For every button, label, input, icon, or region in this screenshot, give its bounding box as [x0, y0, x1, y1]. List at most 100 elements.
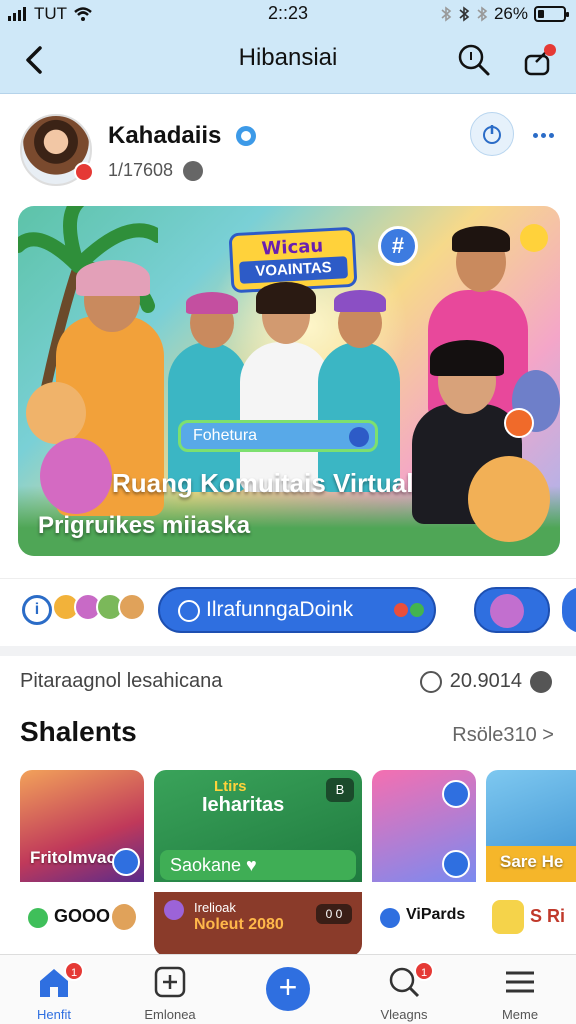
- content-card[interactable]: Sare He S Ri: [486, 770, 576, 956]
- cat-character: [468, 456, 550, 542]
- content-card[interactable]: Fritolmvac GOOO: [20, 770, 144, 956]
- logo-bottom-text: VOAINTAS: [239, 256, 349, 284]
- search-button[interactable]: [454, 40, 494, 80]
- banner-pill-text: Fohetura: [193, 427, 258, 444]
- join-button[interactable]: IlrafunngaDoink: [158, 587, 436, 633]
- check-icon: [28, 908, 48, 928]
- banner-subtitle: Prigruikes miiaska: [38, 512, 251, 539]
- orb-icon: [164, 900, 184, 920]
- verified-icon: [236, 126, 256, 146]
- post-date: 1/17608: [108, 160, 174, 180]
- dot-icon: [548, 132, 554, 138]
- nav-messages[interactable]: 1 Vleagns: [356, 961, 452, 1023]
- card-label: Sare He: [500, 852, 564, 871]
- chat-icon: [178, 600, 200, 622]
- dot-icon: [532, 132, 538, 138]
- stats-text: Pitaraagnol lesahicana: [20, 670, 223, 692]
- nav-menu[interactable]: Meme: [472, 961, 568, 1023]
- battery-fill: [538, 10, 545, 18]
- verified-icon: [380, 908, 400, 928]
- card-lower-badge: 0 0: [316, 904, 352, 924]
- reaction-avatars[interactable]: [52, 593, 146, 621]
- chat-bubble-icon: [504, 408, 534, 438]
- dot-icon: [540, 132, 546, 138]
- status-bar: TUT 2::23 26%: [0, 0, 576, 28]
- more-options-button[interactable]: [526, 118, 560, 152]
- character-face: [490, 594, 524, 628]
- post-banner-image[interactable]: Wicau VOAINTAS # Fohetura Ruang Komuitai…: [18, 206, 560, 556]
- section-title: Shalents: [20, 716, 137, 747]
- play-icon: [112, 848, 140, 876]
- card-label: Fritolmvac: [30, 848, 116, 867]
- battery-icon: [534, 6, 569, 22]
- search-icon: [458, 44, 490, 76]
- join-button-label: IlrafunngaDoink: [206, 598, 354, 621]
- post-meta: 1/17608: [108, 160, 204, 181]
- card-lower-top: Irelioak: [194, 900, 236, 915]
- nav-home[interactable]: 1 Henfit: [6, 961, 102, 1023]
- share-button[interactable]: [520, 40, 560, 80]
- share-icon: [442, 850, 470, 878]
- card-lower-text: ViPards: [406, 906, 466, 923]
- card-lower-text: S Ri: [530, 906, 566, 926]
- dot-icon: [410, 603, 424, 617]
- next-button[interactable]: [562, 587, 576, 633]
- menu-icon: [506, 971, 534, 993]
- bluetooth-icon: [441, 6, 452, 22]
- battery-percent: 26%: [493, 4, 528, 23]
- sun-icon: [492, 900, 524, 934]
- live-badge: [74, 162, 94, 182]
- top-bar: TUT 2::23 26% Hibansiai: [0, 0, 576, 94]
- character-button[interactable]: [474, 587, 550, 633]
- nav-label: Vleagns: [380, 1007, 428, 1022]
- card-lower: Irelioak Noleut 2080 0 0: [154, 892, 362, 956]
- card-lower: S Ri: [486, 890, 576, 950]
- creature-character: [40, 438, 112, 514]
- card-badge: B: [326, 778, 354, 802]
- see-all-link[interactable]: Rsöle310 >: [452, 724, 554, 747]
- card-lower-text: Noleut 2080: [194, 916, 284, 933]
- bear-icon: [112, 904, 136, 930]
- power-icon: [483, 125, 501, 144]
- author-name[interactable]: Kahadaiis: [108, 122, 221, 150]
- card-lower-text: GOOO: [54, 906, 111, 926]
- nav-explore[interactable]: Emlonea: [122, 961, 218, 1023]
- info-icon[interactable]: i: [22, 595, 52, 625]
- bluetooth-icon: [459, 6, 470, 22]
- action-row: i IlrafunngaDoink: [0, 578, 576, 638]
- globe-icon: [183, 160, 204, 181]
- content-card[interactable]: Ltirs Ieharitas B Saokane ♥ Irelioak Nol…: [154, 770, 362, 956]
- cat-character: [26, 382, 86, 444]
- power-button[interactable]: [470, 112, 514, 156]
- share-icon: [524, 44, 556, 76]
- globe-icon: [530, 670, 552, 693]
- card-top-text: Ltirs: [214, 778, 247, 795]
- hair: [256, 282, 316, 314]
- hair: [430, 340, 504, 376]
- status-right: 26%: [440, 4, 569, 24]
- card-lower: GOOO: [20, 890, 144, 950]
- color-dots: [394, 603, 424, 617]
- stats-count[interactable]: 20.9014: [419, 670, 552, 693]
- bottom-nav: 1 Henfit Emlonea + 1 Vleagns Meme: [0, 954, 576, 1024]
- add-square-icon: [154, 966, 186, 998]
- content-card[interactable]: ViPards: [372, 770, 476, 956]
- card-subtitle: Saokane ♥: [160, 850, 356, 880]
- share-icon: [442, 780, 470, 808]
- app-header: Hibansiai: [0, 28, 576, 92]
- nav-label: Henfit: [37, 1007, 71, 1022]
- card-lower: ViPards: [372, 890, 476, 950]
- banner-label-pill: Fohetura: [178, 420, 378, 452]
- bluetooth-icon: [477, 6, 488, 22]
- notification-badge: 1: [64, 961, 84, 981]
- hashtag-icon: #: [378, 226, 418, 266]
- card-carousel: Fritolmvac GOOO Ltirs Ieharitas B Saokan…: [0, 770, 576, 956]
- cap: [186, 292, 238, 314]
- create-button[interactable]: +: [266, 967, 310, 1011]
- nav-label: Meme: [501, 1007, 539, 1022]
- stats-number: 20.9014: [449, 670, 522, 692]
- headscarf: [76, 260, 150, 296]
- banner-title: Ruang Komuitais Virtual: [112, 468, 414, 498]
- reaction-avatar: [118, 593, 146, 621]
- badge-icon: [349, 427, 369, 447]
